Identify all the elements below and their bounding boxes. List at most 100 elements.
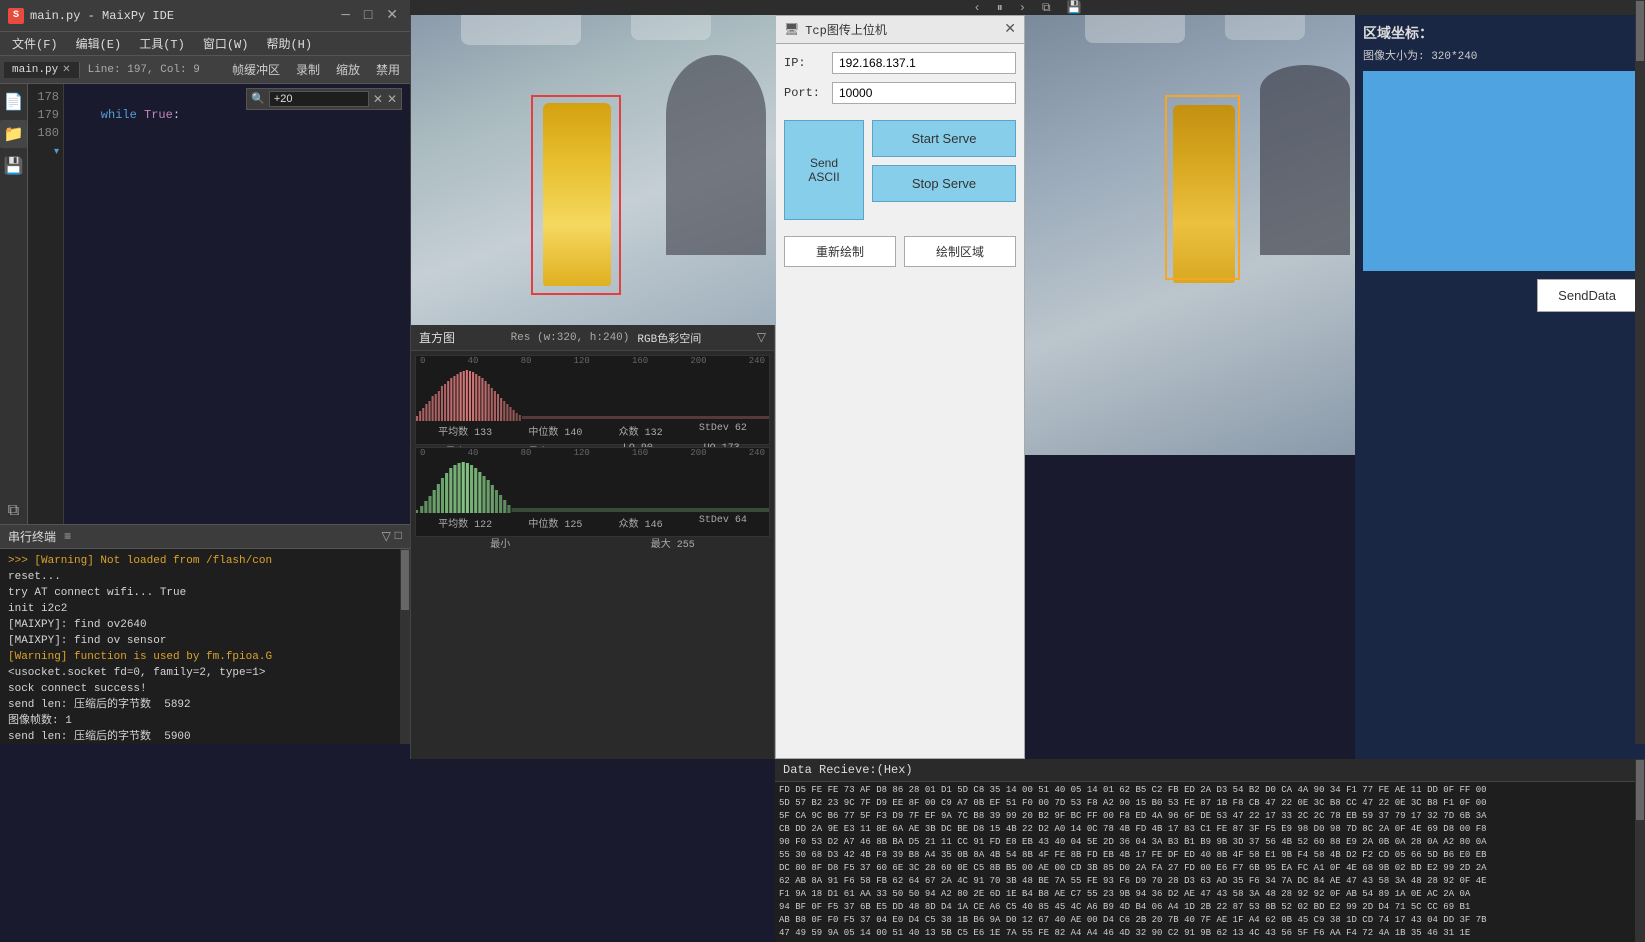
hist-svg-2 <box>416 458 769 513</box>
hex-line-3: 5F CA 9C B6 77 5F F3 D9 7F EF 9A 7C B8 3… <box>779 810 1641 823</box>
camera-view-1 <box>411 15 776 325</box>
cam2-light-2 <box>1225 15 1305 40</box>
stat-med-2: 中位数 125 <box>528 515 582 531</box>
code-editor[interactable]: 📄 📁 💾 ⧉ 178 179 180 ▾ 🔍 <box>0 84 410 524</box>
record-btn[interactable]: 录制 <box>290 59 326 80</box>
sidebar-icon-save[interactable]: 💾 <box>0 152 27 180</box>
term-line-1: >>> [Warning] Not loaded from /flash/con <box>8 553 402 569</box>
line-num-180: 180 ▾ <box>28 124 59 162</box>
top-section: 🖥 Tcp图传上位机 ✕ IP: Port: <box>775 15 1645 759</box>
stat-mode-2: 众数 146 <box>619 515 663 531</box>
maixpy-icon: S <box>8 8 24 24</box>
port-input[interactable] <box>832 82 1016 104</box>
search-bar: 🔍 ✕ ✕ <box>246 88 402 110</box>
hex-line-2: 5D 57 B2 23 9C 7F D9 EE 8F 00 C9 A7 0B E… <box>779 797 1641 810</box>
search-input[interactable] <box>269 91 369 107</box>
hex-line-11: AB B8 0F F0 F5 37 04 E0 D4 C5 38 1B B6 9… <box>779 914 1641 927</box>
sidebar-icon-folder[interactable]: 📁 <box>0 120 27 148</box>
next-btn[interactable]: › <box>1015 1 1030 15</box>
terminal-scrollbar[interactable] <box>400 549 410 744</box>
axis-200: 200 <box>690 356 706 366</box>
axis2-240: 240 <box>749 448 765 458</box>
forbid-btn[interactable]: 禁用 <box>370 59 406 80</box>
prev-btn[interactable]: ‹ <box>970 1 985 15</box>
term-line-9: sock connect success! <box>8 681 402 697</box>
stop-serve-btn[interactable]: Stop Serve <box>872 165 1016 202</box>
region-size-label: 图像大小为: 320*240 <box>1363 47 1637 63</box>
terminal-close-btn[interactable]: □ <box>395 529 402 544</box>
hist-res: Res (w:320, h:240) <box>511 332 630 344</box>
term-line-7: [Warning] function is used by fm.fpioa.G <box>8 649 402 665</box>
axis-0: 0 <box>420 356 425 366</box>
hist-svg-1 <box>416 366 769 421</box>
top-toolbar: ‹ ⏸ › ⧉ 💾 <box>410 0 1645 15</box>
send-data-container: SendData <box>1363 279 1637 312</box>
stat-med-1: 中位数 140 <box>528 423 582 439</box>
save-toolbar-btn[interactable]: 💾 <box>1063 0 1086 15</box>
tcp-close-btn[interactable]: ✕ <box>1004 21 1016 38</box>
send-ascii-btn[interactable]: SendASCII <box>784 120 864 220</box>
search-close-btn[interactable]: ✕ <box>373 92 383 107</box>
axis2-200: 200 <box>690 448 706 458</box>
ip-label: IP: <box>784 56 824 70</box>
send-ascii-container: SendASCII <box>784 120 864 220</box>
code-text-area[interactable]: 🔍 ✕ ✕ while True: <box>64 84 410 524</box>
axis2-120: 120 <box>574 448 590 458</box>
hex-data-content[interactable]: FD D5 FE FE 73 AF D8 86 28 01 D1 5D C8 3… <box>775 782 1645 942</box>
terminal-expand-btn[interactable]: ▽ <box>382 529 391 544</box>
ide-panel: S main.py - MaixPy IDE ─ □ ✕ 文件(F) 编辑(E)… <box>0 0 410 744</box>
ip-input[interactable] <box>832 52 1016 74</box>
term-line-6: [MAIXPY]: find ov sensor <box>8 633 402 649</box>
controls-row: SendASCII Start Serve Stop Serve <box>776 120 1024 220</box>
line-num-178: 178 <box>28 88 59 106</box>
line-num-179: 179 <box>28 106 59 124</box>
term-line-11: 图像帧数: 1 <box>8 713 402 729</box>
menu-window[interactable]: 窗口(W) <box>195 33 257 54</box>
axis-120: 120 <box>574 356 590 366</box>
terminal-scroll-thumb <box>401 550 409 610</box>
draw-region-btn[interactable]: 绘制区域 <box>904 236 1016 267</box>
zoom-btn[interactable]: 缩放 <box>330 59 366 80</box>
tcp-form: IP: Port: <box>776 44 1024 120</box>
menu-tools[interactable]: 工具(T) <box>131 33 193 54</box>
axis-40: 40 <box>468 356 479 366</box>
stat-stdev-1: StDev 62 <box>699 423 747 439</box>
hist-stats-1: 平均数 133 中位数 140 众数 132 StDev 62 <box>416 421 769 441</box>
hist-charts: 0 40 80 120 160 200 240 <box>411 351 774 759</box>
axis-240: 240 <box>749 356 765 366</box>
stat-stdev-2: StDev 64 <box>699 515 747 531</box>
redraw-btn[interactable]: 重新绘制 <box>784 236 896 267</box>
minimize-btn[interactable]: ─ <box>337 8 353 24</box>
term-line-8: <usocket.socket fd=0, family=2, type=1> <box>8 665 402 681</box>
copy-btn[interactable]: ⧉ <box>1038 1 1055 15</box>
tab-close-x[interactable]: ✕ <box>62 64 70 76</box>
file-tab[interactable]: main.py ✕ <box>4 62 80 78</box>
terminal-content[interactable]: >>> [Warning] Not loaded from /flash/con… <box>0 549 410 744</box>
sidebar-icon-file[interactable]: 📄 <box>0 88 27 116</box>
camera-image-1 <box>411 15 776 325</box>
menu-help[interactable]: 帮助(H) <box>258 33 320 54</box>
pause-btn[interactable]: ⏸ <box>993 1 1007 15</box>
menu-file[interactable]: 文件(F) <box>4 33 66 54</box>
hex-line-1: FD D5 FE FE 73 AF D8 86 28 01 D1 5D C8 3… <box>779 784 1641 797</box>
region-panel: 区域坐标： 图像大小为: 320*240 SendData <box>1355 15 1645 759</box>
hex-data-title: Data Recieve:(Hex) <box>775 759 1645 782</box>
line-numbers: 178 179 180 ▾ <box>28 84 64 524</box>
menu-edit[interactable]: 编辑(E) <box>68 33 130 54</box>
hex-data-panel: Data Recieve:(Hex) FD D5 FE FE 73 AF D8 … <box>775 759 1645 942</box>
start-serve-btn[interactable]: Start Serve <box>872 120 1016 157</box>
close-btn[interactable]: ✕ <box>382 7 402 24</box>
search-extra-close[interactable]: ✕ <box>387 92 397 107</box>
port-label: Port: <box>784 86 824 100</box>
tcp-title: Tcp图传上位机 <box>805 21 887 38</box>
hist-expand-btn[interactable]: ▽ <box>757 330 766 345</box>
tcp-titlebar: 🖥 Tcp图传上位机 ✕ <box>776 16 1024 44</box>
maximize-btn[interactable]: □ <box>360 8 376 24</box>
sidebar-icon-copy[interactable]: ⧉ <box>4 498 23 524</box>
axis2-80: 80 <box>521 448 532 458</box>
terminal-panel: 串行终端 ≡ ▽ □ >>> [Warning] Not loaded from… <box>0 524 410 744</box>
send-data-btn[interactable]: SendData <box>1537 279 1637 312</box>
hex-scrollbar[interactable] <box>1635 759 1645 942</box>
middle-panel: 直方图 Res (w:320, h:240) RGB色彩空间 ▽ 0 40 80 <box>410 15 775 759</box>
terminal-icon[interactable]: ≡ <box>64 530 71 544</box>
